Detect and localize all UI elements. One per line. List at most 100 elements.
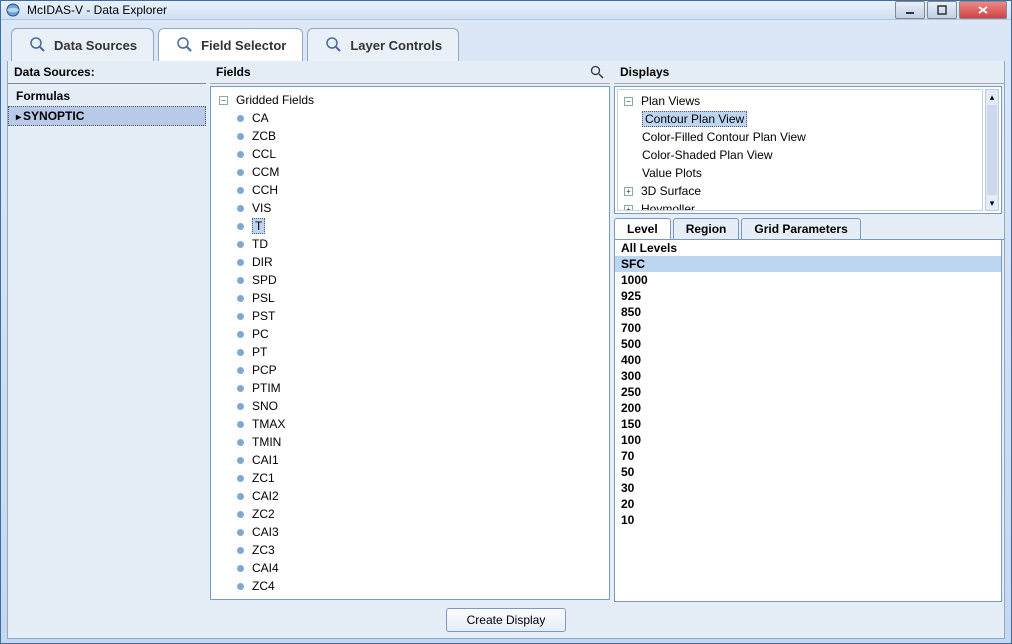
main-tabs: Data Sources Field Selector Layer Contro… <box>1 20 1011 61</box>
field-label: CA <box>252 111 269 125</box>
tab-field-selector[interactable]: Field Selector <box>158 28 303 61</box>
field-item[interactable]: TD <box>237 235 605 253</box>
scrollbar[interactable]: ▴ ▾ <box>985 89 999 211</box>
field-item[interactable]: T <box>237 217 605 235</box>
display-group[interactable]: + 3D Surface <box>624 182 980 200</box>
level-item[interactable]: 200 <box>615 400 1001 416</box>
sub-tab-level[interactable]: Level <box>614 218 671 239</box>
tab-data-sources[interactable]: Data Sources <box>11 28 154 61</box>
display-group[interactable]: − Plan Views <box>624 92 980 110</box>
field-item[interactable]: PSL <box>237 289 605 307</box>
level-item[interactable]: 925 <box>615 288 1001 304</box>
leaf-bullet-icon <box>237 313 244 320</box>
close-button[interactable] <box>959 1 1007 19</box>
field-item[interactable]: DIR <box>237 253 605 271</box>
field-item[interactable]: CCL <box>237 145 605 163</box>
displays-tree-scroll[interactable]: − Plan Views Contour Plan View Color-Fil… <box>617 89 983 211</box>
tree-toggle-icon[interactable]: − <box>219 96 228 105</box>
fields-tree-scroll[interactable]: − Gridded Fields CA ZCB CCL CCM CCH VIS … <box>211 87 609 599</box>
tree-toggle-icon[interactable]: + <box>624 187 633 196</box>
field-item[interactable]: ZC4 <box>237 577 605 595</box>
window: McIDAS-V - Data Explorer Data Sources <box>0 0 1012 644</box>
field-item[interactable]: SNO <box>237 397 605 415</box>
field-label: PT <box>252 345 267 359</box>
field-item[interactable]: SPD <box>237 271 605 289</box>
level-item[interactable]: 150 <box>615 416 1001 432</box>
field-item[interactable]: PST <box>237 307 605 325</box>
display-item[interactable]: Value Plots <box>642 164 980 182</box>
sub-tab-grid-parameters[interactable]: Grid Parameters <box>741 218 860 239</box>
app-icon <box>5 2 21 18</box>
display-group-label: 3D Surface <box>641 184 701 198</box>
display-item[interactable]: Color-Filled Contour Plan View <box>642 128 980 146</box>
level-item[interactable]: 1000 <box>615 272 1001 288</box>
field-item[interactable]: CAI2 <box>237 487 605 505</box>
level-item[interactable]: 300 <box>615 368 1001 384</box>
field-item[interactable]: VIS <box>237 199 605 217</box>
field-item[interactable]: ZC1 <box>237 469 605 487</box>
scroll-down-icon[interactable]: ▾ <box>986 196 998 210</box>
data-source-item[interactable]: Formulas <box>8 86 206 106</box>
leaf-bullet-icon <box>237 511 244 518</box>
field-item[interactable]: ZC2 <box>237 505 605 523</box>
sub-tab-region[interactable]: Region <box>673 218 740 239</box>
level-item[interactable]: 850 <box>615 304 1001 320</box>
field-item[interactable]: CAI1 <box>237 451 605 469</box>
display-group[interactable]: + Hovmoller <box>624 200 980 211</box>
level-item[interactable]: All Levels <box>615 240 1001 256</box>
data-sources-panel: Data Sources: FormulasSYNOPTIC <box>8 61 206 602</box>
levels-list[interactable]: All LevelsSFC100092585070050040030025020… <box>614 240 1002 602</box>
level-item[interactable]: 100 <box>615 432 1001 448</box>
fields-tree-box: − Gridded Fields CA ZCB CCL CCM CCH VIS … <box>210 86 610 600</box>
field-label: CAI1 <box>252 453 279 467</box>
level-item[interactable]: 20 <box>615 496 1001 512</box>
display-item[interactable]: Color-Shaded Plan View <box>642 146 980 164</box>
tree-toggle-icon[interactable]: + <box>624 205 633 212</box>
field-item[interactable]: CAI3 <box>237 523 605 541</box>
data-source-item[interactable]: SYNOPTIC <box>8 106 206 126</box>
maximize-button[interactable] <box>927 1 957 19</box>
search-icon[interactable] <box>590 65 604 79</box>
field-label: ZC1 <box>252 471 275 485</box>
field-item[interactable]: TMIN <box>237 433 605 451</box>
field-item[interactable]: PT <box>237 343 605 361</box>
level-item[interactable]: 400 <box>615 352 1001 368</box>
field-item[interactable]: CCM <box>237 163 605 181</box>
minimize-button[interactable] <box>895 1 925 19</box>
leaf-bullet-icon <box>237 493 244 500</box>
field-item[interactable]: PCP <box>237 361 605 379</box>
field-item[interactable]: PC <box>237 325 605 343</box>
fields-root-node[interactable]: − Gridded Fields <box>219 91 605 109</box>
create-display-button[interactable]: Create Display <box>446 608 567 632</box>
scroll-thumb[interactable] <box>987 105 997 195</box>
field-item[interactable]: TMAX <box>237 415 605 433</box>
level-item[interactable]: 250 <box>615 384 1001 400</box>
field-item[interactable]: CA <box>237 109 605 127</box>
tab-layer-controls[interactable]: Layer Controls <box>307 28 459 61</box>
level-item[interactable]: 30 <box>615 480 1001 496</box>
leaf-bullet-icon <box>237 169 244 176</box>
field-item[interactable]: CAI4 <box>237 559 605 577</box>
field-label: CCH <box>252 183 278 197</box>
field-item[interactable]: ZCB <box>237 127 605 145</box>
field-item[interactable]: ZC3 <box>237 541 605 559</box>
level-item[interactable]: 10 <box>615 512 1001 528</box>
display-item[interactable]: Contour Plan View <box>642 110 980 128</box>
field-item[interactable]: PTIM <box>237 379 605 397</box>
level-item[interactable]: 50 <box>615 464 1001 480</box>
data-sources-header: Data Sources: <box>8 61 206 84</box>
field-item[interactable]: CCH <box>237 181 605 199</box>
fields-list: CA ZCB CCL CCM CCH VIS T TD DIR SPD PSL … <box>219 109 605 595</box>
level-item[interactable]: 700 <box>615 320 1001 336</box>
scroll-up-icon[interactable]: ▴ <box>986 90 998 104</box>
level-item[interactable]: SFC <box>615 256 1001 272</box>
magnifier-icon <box>28 35 48 55</box>
leaf-bullet-icon <box>237 547 244 554</box>
field-label: SNO <box>252 399 278 413</box>
field-label: PC <box>252 327 269 341</box>
window-title: McIDAS-V - Data Explorer <box>27 3 895 17</box>
tree-toggle-icon[interactable]: − <box>624 97 633 106</box>
displays-tree-box: − Plan Views Contour Plan View Color-Fil… <box>614 86 1002 214</box>
level-item[interactable]: 70 <box>615 448 1001 464</box>
level-item[interactable]: 500 <box>615 336 1001 352</box>
